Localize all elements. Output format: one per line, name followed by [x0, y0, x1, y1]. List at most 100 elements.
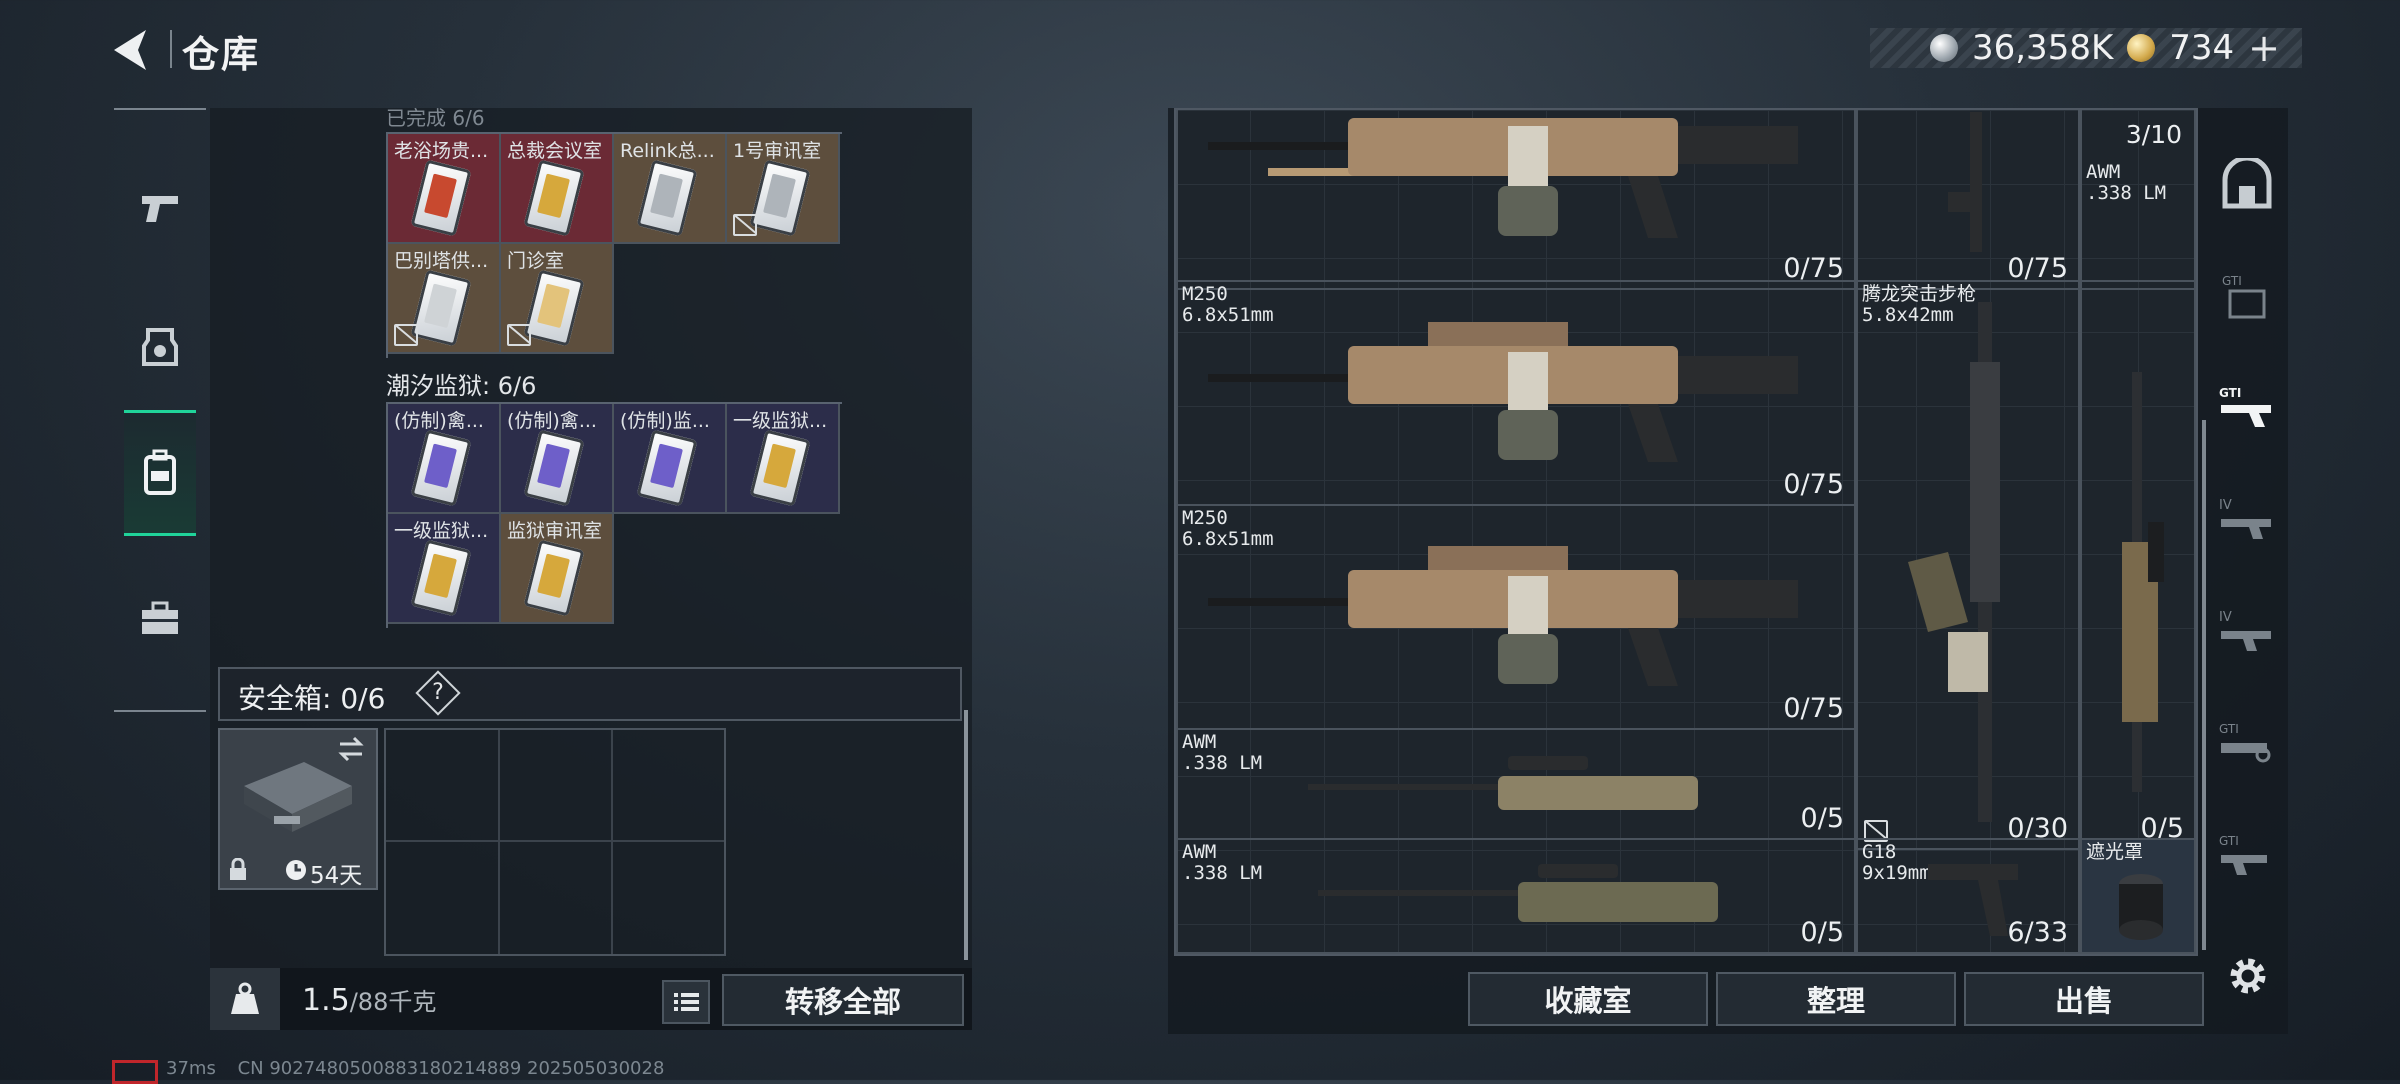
weapon-ammo-count: 0/5: [1800, 803, 1844, 834]
tab-gti-c[interactable]: GTI: [2206, 688, 2288, 800]
keycard-slot[interactable]: 门诊室: [501, 244, 614, 354]
keycard-slot[interactable]: (仿制)监...: [614, 404, 727, 514]
keycard-slot[interactable]: 一级监狱...: [727, 404, 840, 514]
assault-rifle-icon: [1908, 302, 2000, 822]
unbound-icon: [394, 324, 418, 346]
weapon-name: AWM .338 LM: [1182, 841, 1263, 884]
weapon-slot-m250[interactable]: M250 6.8x51mm 0/75: [1176, 504, 1856, 730]
keycard-slot[interactable]: (仿制)禽...: [501, 404, 614, 514]
muzzle-cap-icon: [2119, 874, 2163, 940]
svg-text:IV: IV: [2219, 610, 2232, 625]
svg-text:GTI: GTI: [2219, 834, 2239, 848]
inventory-scrollbar[interactable]: [964, 710, 968, 960]
keycard-slot[interactable]: 老浴场贵...: [388, 134, 501, 244]
awm-rifle-icon: [1308, 756, 1698, 810]
tab-gti-b[interactable]: GTI: [2206, 240, 2288, 352]
svg-text:GTI: GTI: [2219, 722, 2239, 736]
keycard-icon: [410, 269, 472, 347]
add-currency-button[interactable]: +: [2248, 26, 2280, 70]
weapon-slot-sniper-vertical[interactable]: 0/5: [2080, 280, 2196, 850]
keycard-slot[interactable]: Relink总...: [614, 134, 727, 244]
keycard-icon: [749, 159, 811, 237]
weapon-slot-awm[interactable]: AWM .338 LM 0/5: [1176, 728, 1856, 840]
weapon-ammo-count: 0/5: [1800, 917, 1844, 948]
safe-container-grid[interactable]: [384, 728, 726, 956]
rail-divider: [114, 108, 206, 110]
tab-iv-1[interactable]: IV: [2206, 464, 2288, 576]
weapon-slot-awm[interactable]: AWM .338 LM 0/5: [1176, 838, 1856, 954]
settings-button[interactable]: [2226, 954, 2270, 998]
keycard-slot[interactable]: 1号审讯室: [727, 134, 840, 244]
safe-container-item[interactable]: 54天: [218, 728, 378, 890]
gold-amount: 734: [2169, 28, 2235, 68]
weight-capacity: /88千克: [349, 988, 437, 1016]
building-icon: [2222, 158, 2272, 209]
weapon-slot-tenglong-rifle[interactable]: 腾龙突击步枪 5.8x42mm 0/30: [1856, 280, 2080, 850]
gear-icon: [2230, 958, 2266, 994]
weight-current: 1.5: [302, 983, 350, 1018]
grid-line: [386, 840, 724, 842]
tab-iv-2[interactable]: IV: [2206, 576, 2288, 688]
keycard-slot[interactable]: 总裁会议室: [501, 134, 614, 244]
unbound-icon: [733, 214, 757, 236]
weapon-slot-rifle[interactable]: 0/75: [1856, 110, 2080, 290]
keycard-slot[interactable]: 一级监狱...: [388, 514, 501, 624]
status-bar: 37ms CN 9027480500883180214889 202505030…: [166, 1058, 664, 1079]
weapon-ammo-count: 0/75: [1783, 693, 1844, 724]
cut-section-label: 已完成 6/6: [386, 106, 485, 130]
recording-indicator: [112, 1060, 158, 1084]
swap-icon[interactable]: [336, 736, 366, 762]
attachment-slot-muzzle[interactable]: 遮光罩: [2080, 838, 2196, 954]
rifle-part-icon: [1948, 112, 1982, 252]
iv-icon-1: IV: [2219, 498, 2271, 539]
organize-button[interactable]: 整理: [1716, 972, 1956, 1026]
gti-b-icon: GTI: [2222, 274, 2266, 319]
toolbox-icon: [142, 601, 178, 634]
weapon-slot-m250[interactable]: 0/75: [1176, 110, 1856, 290]
keycard-icon: [410, 539, 472, 617]
keycard-grid-2: (仿制)禽... (仿制)禽... (仿制)监... 一级监狱... 一级监狱.…: [386, 402, 842, 628]
rail-item-tools[interactable]: [124, 558, 196, 678]
rail-item-weapons[interactable]: [124, 148, 196, 268]
rail-item-backpack[interactable]: [124, 410, 196, 536]
collection-room-button[interactable]: 收藏室: [1468, 972, 1708, 1026]
session-id: CN 9027480500883180214889 202505030028: [237, 1058, 665, 1079]
grid-line: [498, 730, 500, 954]
weapon-slot-g18[interactable]: G18 9x19mm 6/33: [1856, 838, 2080, 954]
keycard-icon: [410, 429, 472, 507]
transfer-all-button[interactable]: 转移全部: [722, 974, 964, 1026]
back-button[interactable]: [110, 26, 160, 74]
gti-d-icon: GTI: [2219, 834, 2267, 875]
weapon-ammo-count: 6/33: [2007, 917, 2068, 948]
keycard-slot[interactable]: 巴别塔供...: [388, 244, 501, 354]
weapon-name: AWM .338 LM: [2086, 161, 2167, 204]
keycard-icon: [636, 429, 698, 507]
tab-building[interactable]: [2206, 128, 2288, 240]
page-title: 仓库: [182, 33, 260, 76]
keycard-icon: [749, 429, 811, 507]
keycard-slot[interactable]: 监狱审讯室: [501, 514, 614, 624]
sell-button[interactable]: 出售: [1964, 972, 2204, 1026]
helmet-icon: [142, 328, 178, 366]
section-title: 潮汐监狱: 6/6: [386, 372, 537, 400]
weapon-slot-awm-ammo[interactable]: 3/10 AWM .338 LM: [2080, 110, 2196, 290]
silver-coin-icon: [1929, 34, 1958, 62]
list-view-button[interactable]: [662, 980, 710, 1024]
weapon-slot-m250[interactable]: M250 6.8x51mm 0/75: [1176, 280, 1856, 506]
tab-gti-rifle[interactable]: GTI: [2206, 352, 2288, 464]
tab-gti-d[interactable]: GTI: [2206, 800, 2288, 912]
gold-coin-icon: [2127, 34, 2156, 62]
keycard-label: (仿制)监...: [620, 410, 710, 432]
safe-duration: 54天: [310, 863, 363, 889]
weight-bar: 1.5/88千克 转移全部: [210, 968, 972, 1030]
weapon-category-tabs: GTI GTI IV IV GTI GTI: [2206, 118, 2288, 958]
help-button[interactable]: ?: [415, 670, 461, 716]
ping-readout: 37ms: [166, 1058, 216, 1079]
keycard-grid-1: 老浴场贵... 总裁会议室 Relink总... 1号审讯室 巴别塔供... 门…: [386, 132, 842, 358]
keycard-slot[interactable]: (仿制)禽...: [388, 404, 501, 514]
rail-item-armor[interactable]: [124, 288, 196, 408]
keycard-label: 门诊室: [507, 250, 565, 272]
keycard-icon: [523, 269, 585, 347]
weapon-grid-scrollbar[interactable]: [2202, 420, 2206, 950]
keycard-label: 总裁会议室: [507, 140, 603, 162]
